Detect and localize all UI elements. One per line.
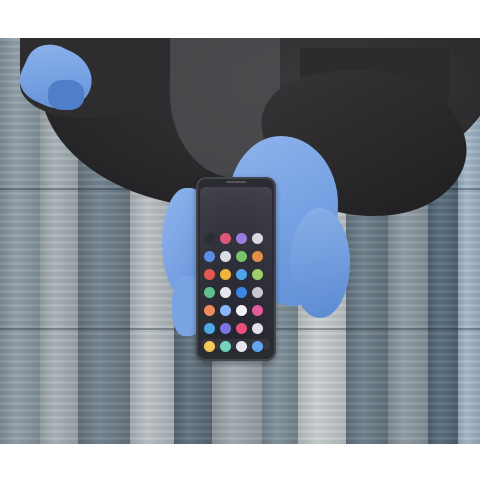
phone-screen [200, 187, 272, 353]
app-icon[interactable] [220, 287, 231, 298]
phone-dock [202, 339, 270, 349]
app-icon[interactable] [204, 323, 215, 334]
app-icon[interactable] [252, 305, 263, 316]
app-icon[interactable] [220, 305, 231, 316]
app-icon[interactable] [236, 305, 247, 316]
app-icon[interactable] [236, 251, 247, 262]
app-icon[interactable] [236, 287, 247, 298]
app-icon[interactable] [252, 287, 263, 298]
right-glove-finger [290, 208, 350, 318]
app-icon[interactable] [236, 233, 247, 244]
left-glove-cuff [48, 80, 84, 110]
app-icon[interactable] [204, 251, 215, 262]
app-icon[interactable] [236, 269, 247, 280]
app-icon[interactable] [252, 233, 263, 244]
app-icon[interactable] [204, 233, 215, 244]
app-icon[interactable] [236, 323, 247, 334]
app-icon[interactable] [252, 323, 263, 334]
smartphone [196, 177, 276, 361]
app-icon[interactable] [220, 269, 231, 280]
app-icon[interactable] [220, 233, 231, 244]
app-icon[interactable] [204, 287, 215, 298]
app-icon[interactable] [252, 251, 263, 262]
phone-earpiece [226, 181, 246, 183]
app-icon[interactable] [204, 269, 215, 280]
app-icon[interactable] [204, 305, 215, 316]
photo [0, 38, 480, 444]
app-icon[interactable] [220, 251, 231, 262]
app-icon[interactable] [220, 323, 231, 334]
app-icon[interactable] [252, 269, 263, 280]
app-icon-grid [204, 233, 264, 352]
